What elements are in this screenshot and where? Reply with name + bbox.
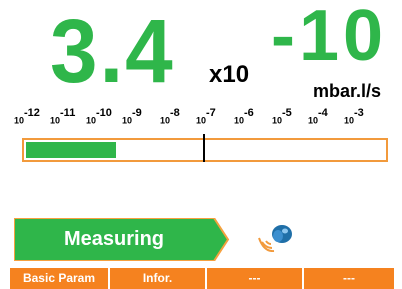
softkey-basic-param[interactable]: Basic Param [10,268,110,289]
softkey-3[interactable]: --- [207,268,304,289]
scale-label: 10-9 [122,107,142,126]
leak-rate-bargraph [22,134,388,162]
scale-label: 10-3 [344,107,364,126]
softkey-infor[interactable]: Infor. [110,268,207,289]
leak-rate-unit: mbar.l/s [313,81,382,101]
status-indicator: Measuring [14,218,230,261]
speaker-icon[interactable] [258,222,298,253]
scale-label: 10-4 [308,107,328,126]
status-label: Measuring [63,228,165,250]
bargraph-scale: 10-12 10-11 10-10 10-9 10-8 10-7 10-6 10… [0,107,402,134]
leak-rate-mantissa: 3.4 [50,2,175,102]
leak-rate-multiplier: x10 [209,61,250,88]
bargraph-trigger-marker [203,134,205,162]
softkey-4[interactable]: --- [304,268,396,289]
softkey-bar: Basic Param Infor. --- --- [10,268,402,289]
scale-label: 10-11 [50,107,76,126]
scale-label: 10-12 [14,107,40,126]
leak-detector-screen: 3.4 x10 -10 mbar.l/s 10-12 10-11 10-10 1… [0,0,402,289]
bargraph-fill [26,142,116,158]
scale-label: 10-7 [196,107,216,126]
scale-label: 10-10 [86,107,112,126]
scale-label: 10-6 [234,107,254,126]
scale-label: 10-5 [272,107,292,126]
scale-label: 10-8 [160,107,180,126]
leak-rate-exponent: -10 [271,0,388,76]
